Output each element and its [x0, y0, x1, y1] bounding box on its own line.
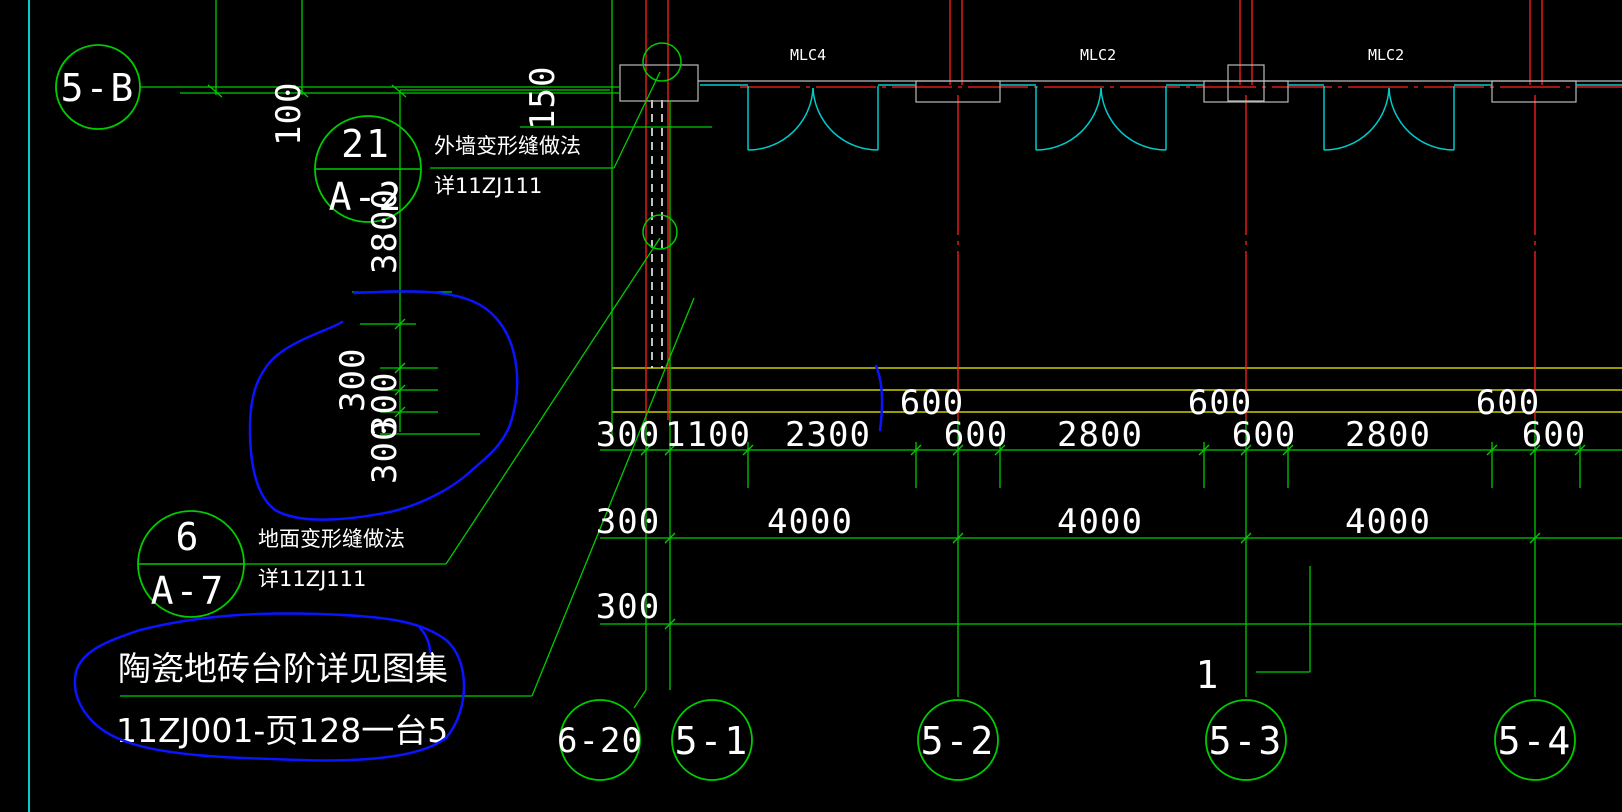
dim-row1-300: 300 [596, 415, 660, 455]
axis-bubble-5-b[interactable]: 5-B [55, 44, 141, 130]
detail-number-21: 21 [341, 122, 391, 166]
door-label-mlc2-b: MLC2 [1368, 46, 1404, 64]
doors [700, 84, 1622, 151]
dim-row2-300: 300 [596, 502, 660, 542]
step-note-line1: 陶瓷地砖台阶详见图集 [118, 649, 448, 688]
door-label-mlc2-a: MLC2 [1080, 46, 1116, 64]
axis-bubble-5-3[interactable]: 5-3 [1205, 699, 1287, 781]
axis-label-5-4: 5-4 [1498, 719, 1573, 763]
dim-row1-600-b: 600 [1232, 415, 1296, 455]
detail-callout-21[interactable]: 21 A-2 外墙变形缝做法 详11ZJ111 [314, 115, 581, 223]
axis-label-5-b: 5-B [61, 66, 136, 110]
dim-row2-4000-c: 4000 [1345, 502, 1431, 542]
detail-ref-wall-joint: 详11ZJ111 [434, 174, 542, 198]
joint-detail-circle-mid [642, 214, 678, 250]
dim-row1-2300: 2300 [785, 415, 871, 455]
axis-bubble-5-4[interactable]: 5-4 [1494, 699, 1576, 781]
axis-bubble-5-1[interactable]: 5-1 [671, 699, 753, 781]
detail-sheet-a-7: A-7 [151, 569, 226, 613]
dim-row2-4000-b: 4000 [1057, 502, 1143, 542]
detail-ref-floor-joint: 详11ZJ111 [258, 567, 366, 591]
step-note-line2: 11ZJ001-页128一台5 [116, 711, 448, 750]
axis-label-5-2: 5-2 [921, 719, 996, 763]
dimension-ticks [394, 318, 1586, 630]
dim-row1-600-a: 600 [944, 415, 1008, 455]
dim-text-150: 150 [523, 66, 563, 130]
wall-outline [619, 64, 1622, 103]
axis-label-5-1: 5-1 [675, 719, 750, 763]
door-mlc4 [700, 84, 916, 151]
joint-detail-circle-top [642, 42, 682, 82]
dim-row2-4000-a: 4000 [767, 502, 853, 542]
cad-drawing-canvas[interactable]: MLC4 MLC2 MLC2 5-B 21 A-2 外墙变形缝做法 详11ZJ1… [0, 0, 1622, 812]
expansion-joint-lines [651, 100, 663, 368]
axis-bubble-6-20[interactable]: 6-20 [557, 699, 643, 781]
detail-number-6: 6 [176, 515, 201, 559]
axis-bubble-5-2[interactable]: 5-2 [917, 699, 999, 781]
section-mark-1: 1 [1196, 653, 1221, 697]
dim-row1-600-c: 600 [1522, 415, 1586, 455]
dim-row1-1100: 1100 [665, 415, 751, 455]
door-label-mlc4: MLC4 [790, 46, 826, 64]
dim-row3-300: 300 [596, 587, 660, 627]
wall-lines [612, 367, 1622, 413]
dim-text-300-c: 300 [365, 420, 405, 484]
dim-row1-2800-b: 2800 [1345, 415, 1431, 455]
detail-title-wall-joint: 外墙变形缝做法 [434, 134, 581, 158]
detail-title-floor-joint: 地面变形缝做法 [258, 527, 405, 551]
door-mlc2-b [1288, 84, 1492, 151]
dim-row1-2800-a: 2800 [1057, 415, 1143, 455]
door-mlc2-a [1000, 84, 1204, 151]
markup-tick [874, 364, 884, 432]
dim-text-3800: 3800 [365, 188, 405, 274]
axis-label-5-3: 5-3 [1209, 719, 1284, 763]
axis-label-6-20: 6-20 [557, 721, 643, 761]
dim-text-100: 100 [269, 82, 309, 146]
